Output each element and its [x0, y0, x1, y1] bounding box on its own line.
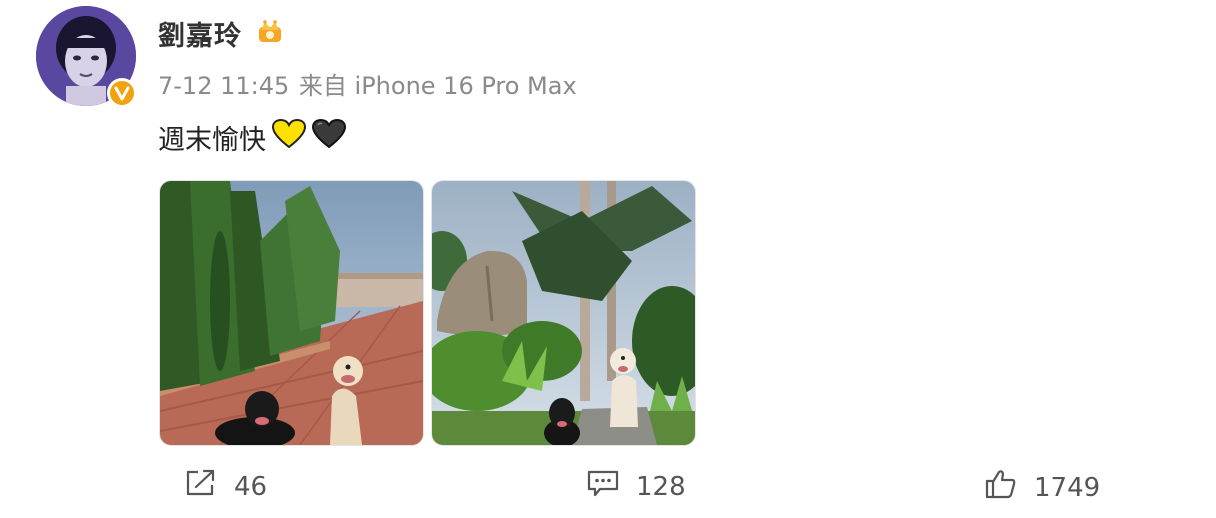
- like-count: 1749: [1034, 472, 1101, 503]
- share-icon: [184, 468, 218, 505]
- weibo-post-card: 劉嘉玲 7-12 11:45 来自 iPhone 16 Pro Max 週末愉快: [0, 0, 1216, 518]
- repost-button[interactable]: 46: [184, 468, 267, 505]
- post-text: 週末愉快: [158, 118, 347, 157]
- post-source: 来自 iPhone 16 Pro Max: [298, 72, 577, 100]
- comment-icon: [586, 468, 620, 505]
- username[interactable]: 劉嘉玲: [158, 14, 242, 53]
- post-photo-1[interactable]: [159, 180, 424, 446]
- post-meta: 7-12 11:45 来自 iPhone 16 Pro Max: [158, 66, 577, 101]
- like-button[interactable]: 1749: [984, 468, 1100, 507]
- post-text-content: 週末愉快: [158, 125, 266, 156]
- comment-button[interactable]: 128: [586, 468, 686, 505]
- comment-count: 128: [636, 471, 686, 502]
- verified-badge-icon: [107, 78, 137, 108]
- black-heart-icon: [311, 118, 347, 156]
- post-timestamp[interactable]: 7-12 11:45: [158, 72, 289, 100]
- yellow-heart-icon: [271, 118, 307, 156]
- thumbs-up-icon: [984, 468, 1018, 507]
- crown-icon[interactable]: [256, 18, 284, 46]
- post-photo-2[interactable]: [431, 180, 696, 446]
- repost-count: 46: [234, 471, 268, 502]
